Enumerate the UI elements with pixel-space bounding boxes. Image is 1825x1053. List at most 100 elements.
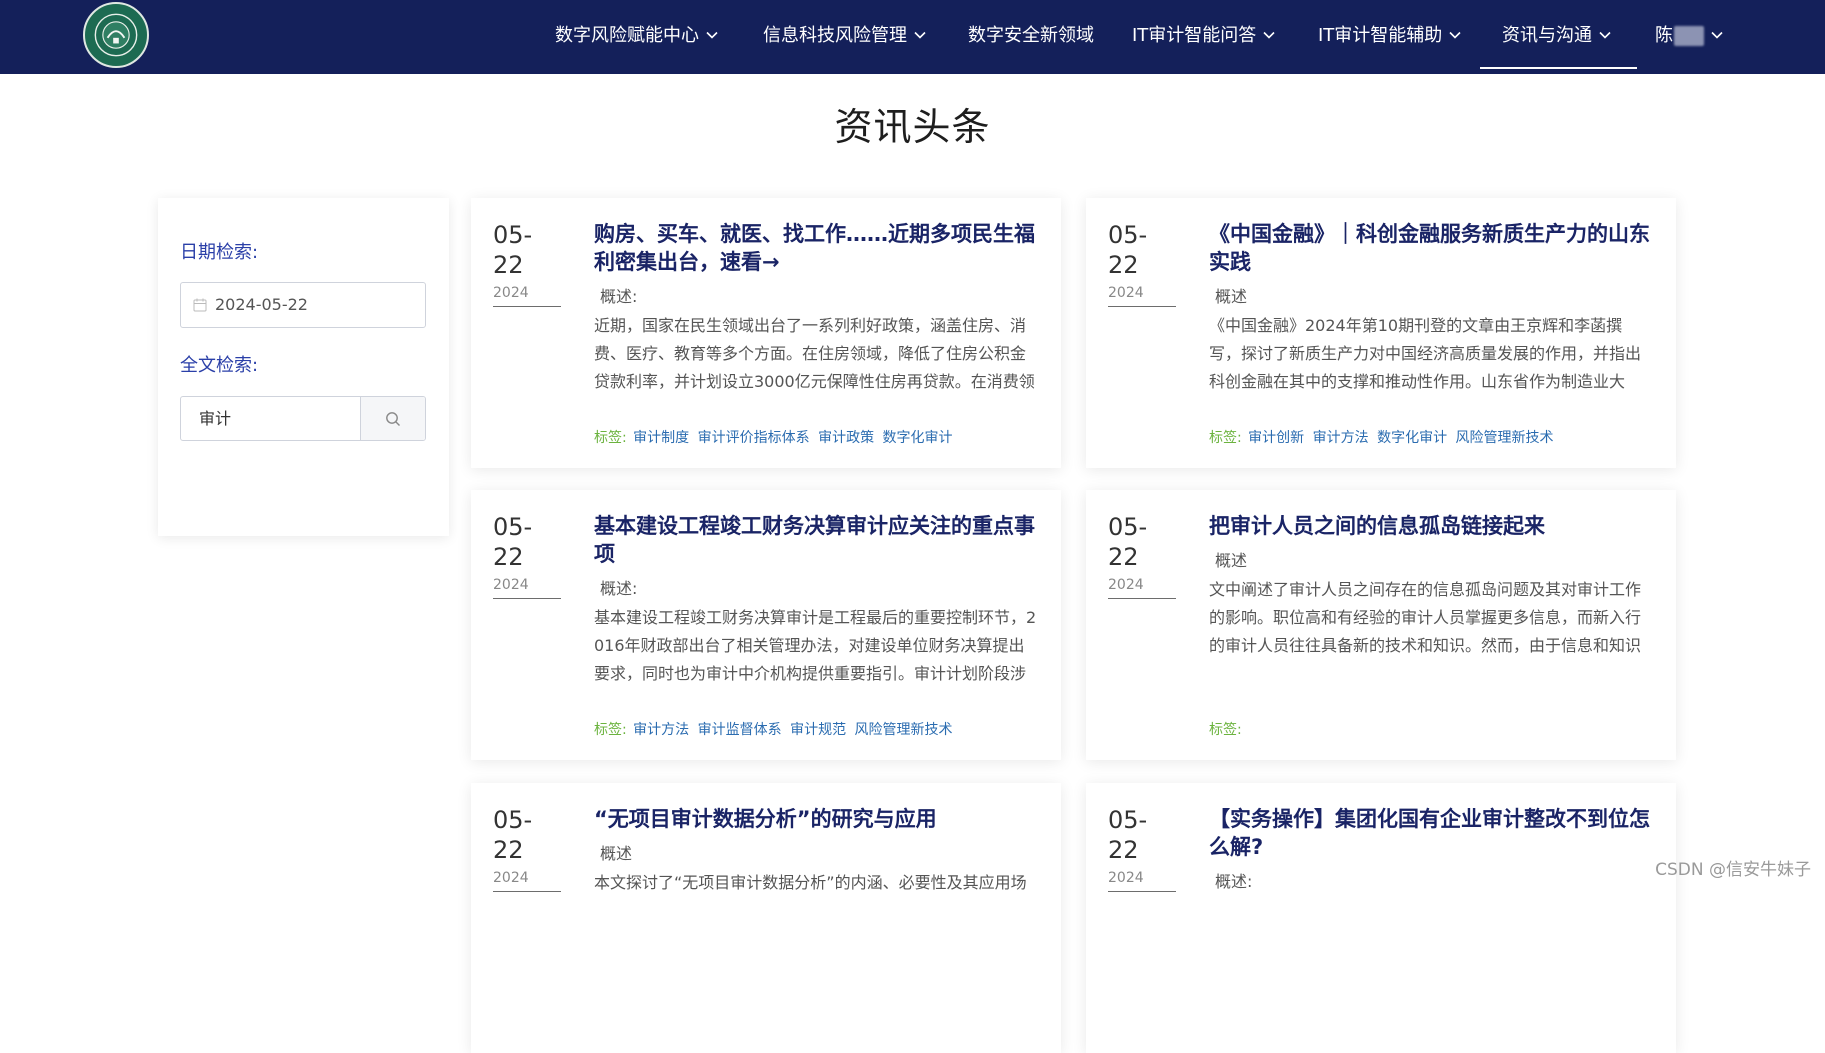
search-icon <box>386 411 400 426</box>
nav-it-audit-assist[interactable]: IT审计智能辅助 <box>1318 0 1461 74</box>
card-title-link[interactable]: 购房、买车、就医、找工作……近期多项民生福利密集出台，速看→ <box>594 220 1039 276</box>
date-picker-input[interactable]: 2024-05-22 <box>180 282 426 328</box>
chevron-down-icon <box>1711 31 1723 39</box>
watermark: CSDN @信安牛妹子 <box>1655 860 1811 880</box>
card-title-link[interactable]: “无项目审计数据分析”的研究与应用 <box>594 805 1039 833</box>
nav-label: 资讯与沟通 <box>1502 25 1592 46</box>
card-month-day: 05-22 <box>1108 806 1148 864</box>
tag-link[interactable]: 审计监督体系 <box>698 722 782 738</box>
news-card[interactable]: 05-22 2024 “无项目审计数据分析”的研究与应用 概述 本文探讨了“无项… <box>471 783 1061 1053</box>
card-year: 2024 <box>1108 577 1144 593</box>
card-month-day: 05-22 <box>1108 221 1148 279</box>
date-search-label: 日期检索: <box>180 242 259 263</box>
tag-link[interactable]: 审计评价指标体系 <box>698 430 810 446</box>
card-tags: 标签: 审计制度 审计评价指标体系 审计政策 数字化审计 <box>594 427 955 447</box>
nav-label: 信息科技风险管理 <box>763 25 907 46</box>
tag-link[interactable]: 审计方法 <box>633 722 689 738</box>
chevron-down-icon <box>1599 31 1611 39</box>
search-button[interactable] <box>360 397 425 440</box>
news-card[interactable]: 05-22 2024 【实务操作】集团化国有企业审计整改不到位怎么解? 概述: <box>1086 783 1676 1053</box>
chevron-down-icon <box>914 31 926 39</box>
chevron-down-icon <box>706 31 718 39</box>
nav-user-menu[interactable]: 陈 <box>1655 0 1723 74</box>
page-title: 资讯头条 <box>834 105 991 149</box>
date-divider <box>1108 891 1176 892</box>
tags-label: 标签: <box>1209 722 1242 738</box>
search-input[interactable]: 审计 <box>199 397 231 440</box>
fulltext-search: 审计 <box>180 396 426 441</box>
tag-link[interactable]: 审计制度 <box>633 430 689 446</box>
overview-label: 概述 <box>600 844 633 863</box>
nav-label: 数字安全新领域 <box>968 25 1094 46</box>
card-title-link[interactable]: 【实务操作】集团化国有企业审计整改不到位怎么解? <box>1209 805 1654 861</box>
nav-label: IT审计智能问答 <box>1132 25 1257 46</box>
card-date: 05-22 2024 <box>1108 220 1176 307</box>
fulltext-search-label: 全文检索: <box>180 355 259 376</box>
user-name-redacted <box>1674 26 1704 46</box>
card-month-day: 05-22 <box>1108 513 1148 571</box>
date-divider <box>1108 598 1176 599</box>
tag-link[interactable]: 数字化审计 <box>883 430 953 446</box>
news-card[interactable]: 05-22 2024 基本建设工程竣工财务决算审计应关注的重点事项 概述: 基本… <box>471 490 1061 760</box>
calendar-icon <box>193 298 207 312</box>
site-logo[interactable] <box>83 2 149 68</box>
card-date: 05-22 2024 <box>493 512 561 599</box>
tags-label: 标签: <box>1209 430 1242 446</box>
date-divider <box>1108 306 1176 307</box>
card-tags: 标签: 审计方法 审计监督体系 审计规范 风险管理新技术 <box>594 719 955 739</box>
card-year: 2024 <box>1108 285 1144 301</box>
card-month-day: 05-22 <box>493 513 533 571</box>
date-divider <box>493 306 561 307</box>
tag-link[interactable]: 审计规范 <box>790 722 846 738</box>
tag-link[interactable]: 审计方法 <box>1313 430 1369 446</box>
nav-it-risk-management[interactable]: 信息科技风险管理 <box>763 0 926 74</box>
date-value: 2024-05-22 <box>215 295 308 314</box>
card-summary: 本文探讨了“无项目审计数据分析”的内涵、必要性及其应用场 <box>594 873 1027 892</box>
chevron-down-icon <box>1263 31 1275 39</box>
nav-news-communication[interactable]: 资讯与沟通 <box>1480 0 1637 74</box>
card-year: 2024 <box>1108 870 1144 886</box>
card-tags: 标签: 审计创新 审计方法 数字化审计 风险管理新技术 <box>1209 427 1556 447</box>
overview-label: 概述: <box>600 579 638 598</box>
card-title-link[interactable]: 基本建设工程竣工财务决算审计应关注的重点事项 <box>594 512 1039 568</box>
nav-digital-security[interactable]: 数字安全新领域 <box>968 0 1094 74</box>
overview-label: 概述 <box>1215 287 1248 306</box>
tag-link[interactable]: 风险管理新技术 <box>855 722 953 738</box>
nav-label: 数字风险赋能中心 <box>555 25 699 46</box>
tag-link[interactable]: 审计政策 <box>818 430 874 446</box>
date-divider <box>493 891 561 892</box>
card-month-day: 05-22 <box>493 806 533 864</box>
user-name: 陈 <box>1655 25 1673 46</box>
news-card[interactable]: 05-22 2024 购房、买车、就医、找工作……近期多项民生福利密集出台，速看… <box>471 198 1061 468</box>
card-date: 05-22 2024 <box>1108 805 1176 892</box>
card-date: 05-22 2024 <box>493 805 561 892</box>
card-summary <box>1209 897 1654 981</box>
nav-it-audit-qa[interactable]: IT审计智能问答 <box>1132 0 1275 74</box>
card-date: 05-22 2024 <box>493 220 561 307</box>
card-summary: 基本建设工程竣工财务决算审计是工程最后的重要控制环节，2016年财政部出台了相关… <box>594 608 1037 683</box>
tag-link[interactable]: 数字化审计 <box>1377 430 1447 446</box>
tags-label: 标签: <box>594 722 627 738</box>
chevron-down-icon <box>1449 31 1461 39</box>
card-month-day: 05-22 <box>493 221 533 279</box>
card-year: 2024 <box>493 285 529 301</box>
filter-sidebar: 日期检索: 2024-05-22 全文检索: 审计 <box>158 198 449 536</box>
news-card[interactable]: 05-22 2024 把审计人员之间的信息孤岛链接起来 概述 文中阐述了审计人员… <box>1086 490 1676 760</box>
card-title-link[interactable]: 把审计人员之间的信息孤岛链接起来 <box>1209 512 1654 540</box>
card-tags: 标签: <box>1209 719 1242 739</box>
tags-label: 标签: <box>594 430 627 446</box>
news-card[interactable]: 05-22 2024 《中国金融》｜科创金融服务新质生产力的山东实践 概述 《中… <box>1086 198 1676 468</box>
card-year: 2024 <box>493 577 529 593</box>
card-year: 2024 <box>493 870 529 886</box>
logo-emblem-icon <box>87 6 145 64</box>
nav-label: IT审计智能辅助 <box>1318 25 1443 46</box>
card-summary: 近期，国家在民生领域出台了一系列利好政策，涵盖住房、消费、医疗、教育等多个方面。… <box>594 316 1035 391</box>
tag-link[interactable]: 审计创新 <box>1248 430 1304 446</box>
card-date: 05-22 2024 <box>1108 512 1176 599</box>
card-title-link[interactable]: 《中国金融》｜科创金融服务新质生产力的山东实践 <box>1209 220 1654 276</box>
tag-link[interactable]: 风险管理新技术 <box>1456 430 1554 446</box>
card-summary: 《中国金融》2024年第10期刊登的文章由王京辉和李菡撰写，探讨了新质生产力对中… <box>1209 316 1642 391</box>
nav-digital-risk-center[interactable]: 数字风险赋能中心 <box>555 0 718 74</box>
overview-label: 概述: <box>600 287 638 306</box>
overview-label: 概述 <box>1215 551 1248 570</box>
